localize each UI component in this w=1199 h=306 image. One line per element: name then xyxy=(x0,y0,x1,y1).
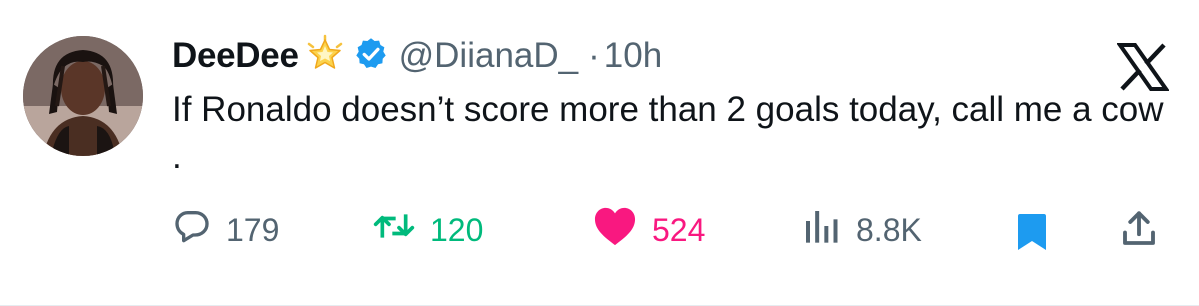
separator-dot: · xyxy=(588,36,600,75)
retweet-count: 120 xyxy=(430,211,484,248)
tweet-header: DeeDee @DiianaD_ · 10h xyxy=(172,30,662,82)
reply-count: 179 xyxy=(226,211,280,248)
glowing-star-emoji-icon xyxy=(305,34,345,79)
verified-badge-icon xyxy=(353,36,389,77)
like-button[interactable]: 524 xyxy=(592,205,705,255)
x-logo-icon[interactable] xyxy=(1116,42,1170,92)
tweet-text: If Ronaldo doesn’t score more than 2 goa… xyxy=(172,90,1164,176)
like-count: 524 xyxy=(652,211,706,248)
display-name[interactable]: DeeDee xyxy=(172,36,299,76)
user-handle[interactable]: @DiianaD_ xyxy=(399,36,579,76)
view-count: 8.8K xyxy=(856,211,922,248)
reply-bubble-icon xyxy=(172,206,212,254)
views-bar-chart-icon xyxy=(800,206,842,254)
heart-icon xyxy=(592,205,638,255)
retweet-button[interactable]: 120 xyxy=(372,205,483,255)
bookmark-button[interactable] xyxy=(1016,212,1048,257)
tweet-card[interactable]: DeeDee @DiianaD_ · 10h If Ronaldo doesn’… xyxy=(0,0,1199,306)
bookmark-icon xyxy=(1016,214,1048,256)
avatar[interactable] xyxy=(23,36,143,156)
retweet-icon xyxy=(372,206,416,254)
reply-button[interactable]: 179 xyxy=(172,205,279,255)
share-button[interactable] xyxy=(1118,208,1160,255)
timestamp[interactable]: 10h xyxy=(604,36,662,76)
views-button[interactable]: 8.8K xyxy=(800,205,922,255)
share-icon xyxy=(1118,211,1160,254)
